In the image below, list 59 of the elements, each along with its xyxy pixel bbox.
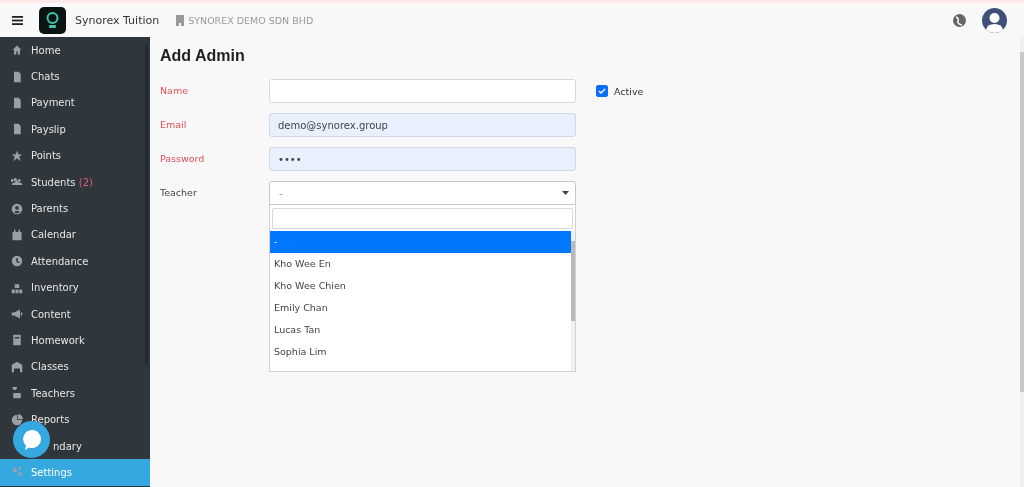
nav-icon	[11, 360, 23, 373]
sidebar-item[interactable]: Content	[0, 300, 150, 328]
sidebar-item[interactable]: Payslip	[0, 116, 150, 143]
field-label: Password	[160, 152, 206, 166]
nav-icon	[11, 123, 23, 136]
nav-icon	[11, 202, 23, 215]
dropdown-option[interactable]: Emily Chan	[270, 297, 571, 319]
avatar-icon[interactable]	[982, 7, 1007, 33]
building-icon	[176, 14, 185, 26]
field-label: Email	[160, 118, 188, 132]
nav-icon	[11, 334, 23, 347]
field-label: Teacher	[160, 186, 198, 200]
active-checkbox[interactable]: Active	[596, 85, 644, 97]
nav-icon	[11, 96, 23, 109]
input-field[interactable]	[269, 79, 576, 103]
count-label: (2)	[77, 176, 93, 188]
page-title: Add Admin	[160, 47, 246, 65]
speech-bubble-icon	[21, 428, 42, 451]
nav-icon	[11, 466, 23, 479]
sidebar-item[interactable]: Homework	[0, 327, 150, 354]
nav-icon	[11, 281, 23, 294]
sidebar-item[interactable]: ndary	[0, 432, 150, 460]
sidebar-item[interactable]: Attendance	[0, 248, 150, 275]
app-name: Synorex Tuition	[75, 13, 160, 27]
sidebar-item[interactable]: Parents	[0, 195, 150, 222]
nav-icon	[11, 308, 23, 321]
dropdown-option[interactable]: Kho Wee En	[270, 253, 571, 275]
caret-icon	[562, 191, 569, 195]
dropdown-option[interactable]: Lucas Tan	[270, 319, 571, 341]
dropdown-option[interactable]: Kho Wee Chien	[270, 275, 571, 297]
nav-icon	[11, 255, 23, 268]
nav-icon	[11, 228, 23, 241]
input-field[interactable]: ••••	[269, 147, 576, 171]
sidebar-item[interactable]: Students (2)	[0, 168, 150, 196]
logo-icon	[39, 6, 66, 34]
sidebar-item[interactable]: Points	[0, 142, 150, 169]
sidebar-item[interactable]: Payment	[0, 89, 150, 117]
sidebar-item[interactable]: Teachers	[0, 380, 150, 407]
input-field[interactable]: demo@synorex.group	[269, 113, 576, 137]
dropdown-option[interactable]: Sophia Lim	[270, 341, 571, 363]
sidebar-item[interactable]: Calendar	[0, 221, 150, 249]
nav-icon	[11, 387, 23, 400]
nav-icon	[11, 149, 23, 162]
scrollbar-thumb[interactable]	[571, 241, 575, 321]
search-field[interactable]	[272, 208, 573, 229]
sidebar-item[interactable]: Reports	[0, 406, 150, 433]
sidebar-item[interactable]: Chats	[0, 63, 150, 90]
sidebar-item[interactable]: Classes	[0, 353, 150, 381]
sidebar-item[interactable]: Inventory	[0, 274, 150, 301]
check-icon	[598, 87, 606, 95]
field-label: Name	[160, 84, 190, 98]
nav-icon	[11, 44, 23, 57]
menu-icon[interactable]	[12, 15, 23, 25]
company-name: SYNOREX DEMO SDN BHD	[188, 14, 314, 26]
sidebar-item[interactable]: Home	[0, 37, 150, 64]
scrollbar-thumb[interactable]	[1020, 52, 1024, 392]
nav-icon	[11, 413, 23, 426]
dropdown-option[interactable]: -	[270, 231, 571, 253]
nav-icon	[11, 70, 23, 83]
